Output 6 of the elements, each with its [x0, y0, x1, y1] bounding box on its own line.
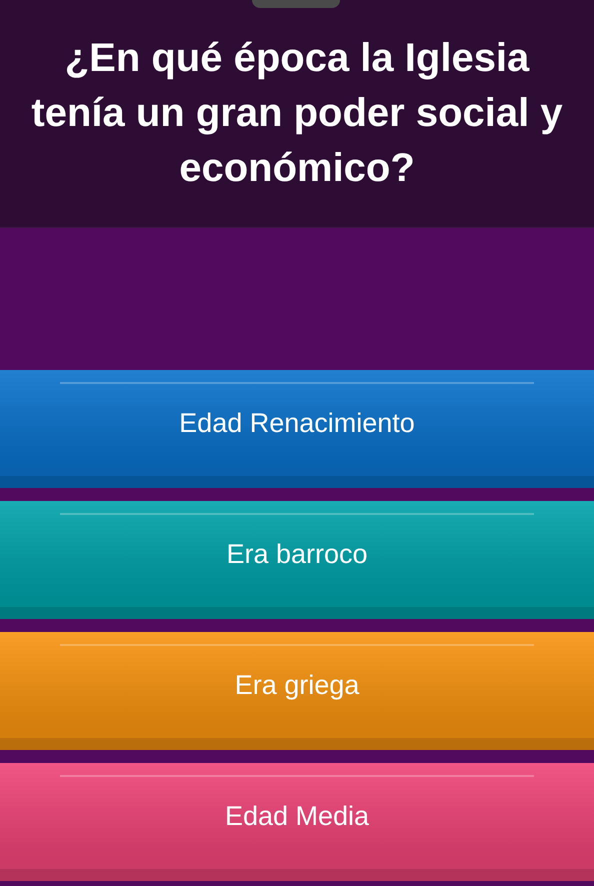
- answer-option[interactable]: Era barroco: [0, 501, 594, 619]
- answer-option[interactable]: Edad Renacimiento: [0, 370, 594, 488]
- answer-option[interactable]: Era griega: [0, 632, 594, 750]
- notch-icon: [252, 0, 340, 8]
- question-text: ¿En qué época la Iglesia tenía un gran poder social y económico?: [30, 35, 564, 192]
- answer-option[interactable]: Edad Media: [0, 763, 594, 881]
